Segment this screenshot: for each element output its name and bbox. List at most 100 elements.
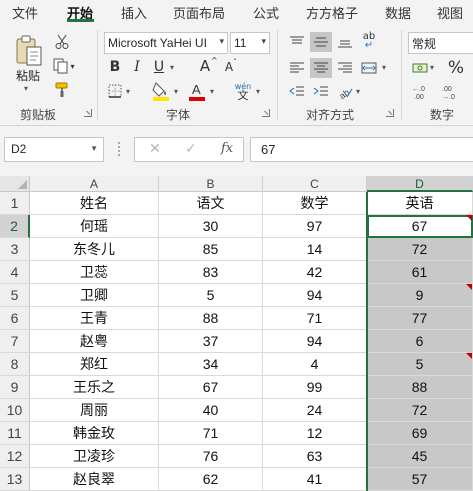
tab-insert[interactable]: 插入 [121,3,147,22]
table-cell[interactable]: 周丽 [30,399,159,422]
row-header[interactable]: 10 [0,399,30,422]
enter-icon[interactable]: ✓ [185,141,197,157]
bold-button[interactable]: B [106,58,124,76]
table-cell[interactable]: 42 [263,261,367,284]
paste-label[interactable]: 粘贴 [16,67,40,84]
align-left-button[interactable] [286,58,308,78]
header-cell[interactable]: 姓名 [30,192,159,215]
select-all-button[interactable] [0,176,30,192]
borders-dropdown-icon[interactable]: ▾ [126,87,130,96]
underline-button[interactable]: U [150,58,168,76]
clipboard-launcher-icon[interactable] [84,109,92,117]
row-header[interactable]: 13 [0,468,30,491]
table-cell[interactable]: 94 [263,284,367,307]
table-cell[interactable]: 76 [159,445,263,468]
table-cell[interactable]: 57 [367,468,473,491]
table-cell[interactable]: 5 [159,284,263,307]
table-cell[interactable]: 5 [367,353,473,376]
table-cell[interactable]: 94 [263,330,367,353]
row-header[interactable]: 11 [0,422,30,445]
orientation-dropdown-icon[interactable]: ▾ [356,87,360,96]
phonetic-button[interactable]: wén 文 [232,80,254,102]
merge-center-button[interactable] [358,58,380,78]
column-header-d[interactable]: D [367,176,473,192]
font-launcher-icon[interactable] [262,109,270,117]
table-cell[interactable]: 72 [367,399,473,422]
paste-dropdown-icon[interactable]: ▾ [24,84,28,93]
tab-data[interactable]: 数据 [385,3,411,22]
align-middle-button[interactable] [310,32,332,52]
table-cell[interactable]: 王青 [30,307,159,330]
align-right-button[interactable] [334,58,356,78]
table-cell[interactable]: 83 [159,261,263,284]
row-header[interactable]: 2 [0,215,30,238]
header-cell[interactable]: 语文 [159,192,263,215]
table-cell[interactable]: 何瑶 [30,215,159,238]
underline-dropdown-icon[interactable]: ▾ [170,63,174,72]
borders-button[interactable] [106,82,124,100]
table-cell[interactable]: 郑红 [30,353,159,376]
table-cell[interactable]: 韩金玫 [30,422,159,445]
cut-button[interactable] [52,32,72,52]
italic-button[interactable]: I [128,58,146,76]
table-cell[interactable]: 63 [263,445,367,468]
table-cell[interactable]: 卫凌珍 [30,445,159,468]
table-cell[interactable]: 卫卿 [30,284,159,307]
table-cell[interactable]: 王乐之 [30,376,159,399]
increase-indent-button[interactable] [310,82,332,102]
row-header[interactable]: 1 [0,192,30,215]
font-name-combo[interactable]: Microsoft YaHei UI ▾ [104,32,228,54]
header-cell[interactable]: 数学 [263,192,367,215]
currency-button[interactable] [410,58,430,78]
formula-bar-splitter[interactable] [118,142,121,156]
row-header[interactable]: 7 [0,330,30,353]
table-cell[interactable]: 67 [367,215,473,238]
align-bottom-button[interactable] [334,32,356,52]
number-format-combo[interactable]: 常规 [408,32,473,54]
table-cell[interactable]: 88 [159,307,263,330]
table-cell[interactable]: 99 [263,376,367,399]
header-cell[interactable]: 英语 [367,192,473,215]
row-header[interactable]: 3 [0,238,30,261]
table-cell[interactable]: 赵良翠 [30,468,159,491]
column-header-c[interactable]: C [263,176,367,192]
row-header[interactable]: 9 [0,376,30,399]
tab-view[interactable]: 视图 [437,3,463,22]
fill-color-dropdown-icon[interactable]: ▾ [174,87,178,96]
table-cell[interactable]: 88 [367,376,473,399]
table-cell[interactable]: 85 [159,238,263,261]
table-cell[interactable]: 41 [263,468,367,491]
column-header-a[interactable]: A [30,176,159,192]
font-color-dropdown-icon[interactable]: ▾ [210,87,214,96]
table-cell[interactable]: 71 [263,307,367,330]
table-cell[interactable]: 62 [159,468,263,491]
table-cell[interactable]: 69 [367,422,473,445]
row-header[interactable]: 6 [0,307,30,330]
increase-decimal-button[interactable]: ←.0.00 [410,82,434,102]
tab-file[interactable]: 文件 [12,3,38,22]
decrease-indent-button[interactable] [286,82,308,102]
tab-page-layout[interactable]: 页面布局 [173,3,225,22]
column-header-b[interactable]: B [159,176,263,192]
fill-color-button[interactable] [150,80,172,102]
currency-dropdown-icon[interactable]: ▾ [430,63,434,72]
table-cell[interactable]: 67 [159,376,263,399]
row-header[interactable]: 4 [0,261,30,284]
table-cell[interactable]: 34 [159,353,263,376]
table-cell[interactable]: 9 [367,284,473,307]
phonetic-dropdown-icon[interactable]: ▾ [256,87,260,96]
table-cell[interactable]: 71 [159,422,263,445]
table-cell[interactable]: 24 [263,399,367,422]
orientation-button[interactable]: ab [334,82,356,102]
wrap-text-button[interactable]: ab ↵ [358,30,380,52]
table-cell[interactable]: 4 [263,353,367,376]
font-size-combo[interactable]: 11 ▾ [230,32,270,54]
copy-dropdown-icon[interactable]: ▾ [70,62,74,71]
align-center-button[interactable] [310,58,332,78]
table-cell[interactable]: 14 [263,238,367,261]
alignment-launcher-icon[interactable] [386,109,394,117]
chevron-down-icon[interactable]: ▼ [90,144,98,153]
row-header[interactable]: 5 [0,284,30,307]
row-header[interactable]: 12 [0,445,30,468]
formula-input[interactable]: 67 [250,137,473,162]
